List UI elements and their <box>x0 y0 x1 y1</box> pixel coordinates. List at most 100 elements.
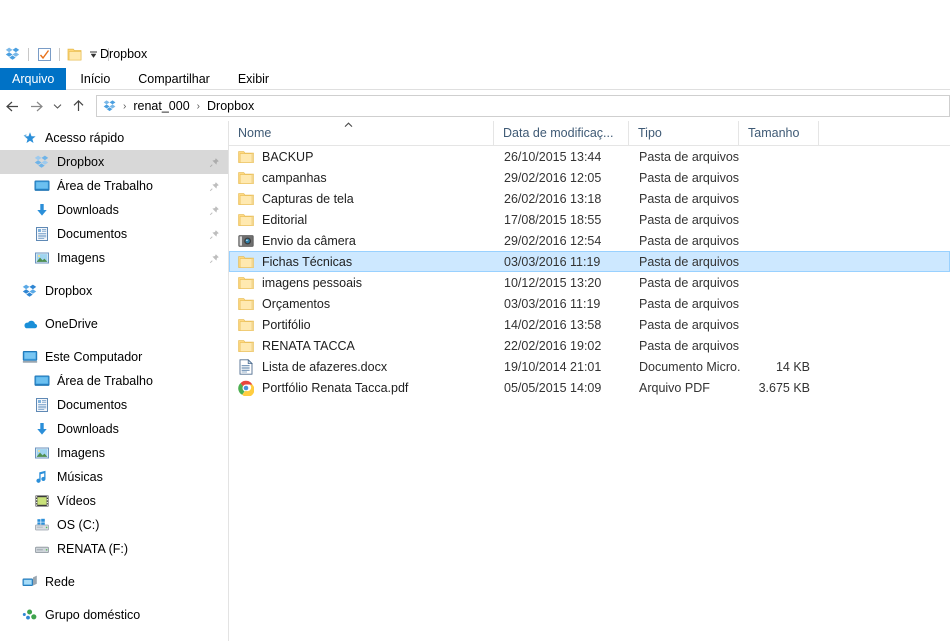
pictures-icon <box>34 250 50 266</box>
file-name-cell[interactable]: campanhas <box>230 170 495 186</box>
camera-folder-icon <box>238 233 254 249</box>
sidebar-item-label: Músicas <box>57 470 103 484</box>
file-date-cell: 19/10/2014 21:01 <box>504 359 602 374</box>
sidebar-item-area-de-trabalho-quick[interactable]: Área de Trabalho <box>0 174 228 198</box>
sidebar-item-downloads-quick[interactable]: Downloads <box>0 198 228 222</box>
arrow-right-icon[interactable] <box>24 94 48 118</box>
table-row[interactable]: imagens pessoais 10/12/2015 13:20 Pasta de… <box>229 272 950 293</box>
sidebar-item-documentos-pc[interactable]: Documentos <box>0 393 228 417</box>
arrow-left-icon[interactable] <box>0 94 24 118</box>
breadcrumb[interactable]: › renat_000 › Dropbox <box>96 95 950 117</box>
sidebar-item-dropbox-root[interactable]: Dropbox <box>0 279 228 303</box>
file-name-label: Fichas Técnicas <box>262 254 353 269</box>
file-name-cell[interactable]: Orçamentos <box>230 296 495 312</box>
file-name-cell[interactable]: imagens pessoais <box>230 275 495 291</box>
navigation-pane[interactable]: Acesso rápido Dropbox Área de Trabalho D… <box>0 121 229 641</box>
table-row[interactable]: RENATA TACCA 22/02/2016 19:02 Pasta de arq… <box>229 335 950 356</box>
pin-icon[interactable] <box>209 253 220 264</box>
sidebar-item-renata-f[interactable]: RENATA (F:) <box>0 537 228 561</box>
table-row[interactable]: Lista de afazeres.docx 19/10/2014 21:01 Do… <box>229 356 950 377</box>
file-name-label: Portifólio <box>262 317 311 332</box>
table-row[interactable]: Envio da câmera 29/02/2016 12:54 Pasta de … <box>229 230 950 251</box>
sidebar-item-label: Dropbox <box>57 155 105 169</box>
column-header-nome[interactable]: Nome <box>229 121 494 145</box>
sidebar-item-onedrive[interactable]: OneDrive <box>0 312 228 336</box>
column-header-label: Nome <box>238 126 272 140</box>
file-name-cell[interactable]: Editorial <box>230 212 495 228</box>
sidebar-item-grupo-domestico[interactable]: Grupo doméstico <box>0 603 228 627</box>
folder-icon <box>238 170 254 186</box>
sidebar-item-os-c[interactable]: OS (C:) <box>0 513 228 537</box>
tab-arquivo[interactable]: Arquivo <box>0 68 67 90</box>
new-folder-icon[interactable] <box>66 45 84 63</box>
file-type-cell: Pasta de arquivos <box>639 212 740 227</box>
sidebar-item-imagens-quick[interactable]: Imagens <box>0 246 228 270</box>
pin-icon[interactable] <box>209 181 220 192</box>
file-date-cell: 26/10/2015 13:44 <box>504 149 602 164</box>
sidebar-item-dropbox-quick[interactable]: Dropbox <box>0 150 228 174</box>
table-row[interactable]: Portfólio Renata Tacca.pdf 05/05/2015 14:… <box>229 377 950 398</box>
breadcrumb-item-dropbox[interactable]: Dropbox <box>204 99 257 113</box>
tab-inicio[interactable]: Início <box>66 68 124 90</box>
sidebar-item-musicas[interactable]: Músicas <box>0 465 228 489</box>
file-type-cell: Pasta de arquivos <box>639 275 740 290</box>
pin-icon[interactable] <box>209 157 220 168</box>
tab-compartilhar[interactable]: Compartilhar <box>124 68 224 90</box>
quick-access-star-icon <box>22 130 38 146</box>
table-row[interactable]: Editorial 17/08/2015 18:55 Pasta de arquiv… <box>229 209 950 230</box>
chevron-down-icon[interactable] <box>48 94 66 118</box>
column-header-label: Data de modificaç... <box>503 126 614 140</box>
file-name-cell[interactable]: RENATA TACCA <box>230 338 495 354</box>
pin-icon[interactable] <box>209 229 220 240</box>
table-row[interactable]: Portifólio 14/02/2016 13:58 Pasta de arqui… <box>229 314 950 335</box>
file-rows[interactable]: BACKUP 26/10/2015 13:44 Pasta de arquivos c… <box>229 146 950 398</box>
sidebar-item-downloads-pc[interactable]: Downloads <box>0 417 228 441</box>
table-row[interactable]: campanhas 29/02/2016 12:05 Pasta de arquiv… <box>229 167 950 188</box>
sidebar-item-documentos-quick[interactable]: Documentos <box>0 222 228 246</box>
sidebar-item-acesso-rapido[interactable]: Acesso rápido <box>0 126 228 150</box>
file-name-label: RENATA TACCA <box>262 338 355 353</box>
file-list-pane[interactable]: Nome Data de modificaç... Tipo Tamanho B… <box>229 121 950 641</box>
file-name-cell[interactable]: Portifólio <box>230 317 495 333</box>
file-name-cell[interactable]: Lista de afazeres.docx <box>230 358 495 375</box>
arrow-up-icon[interactable] <box>66 94 90 118</box>
sidebar-item-rede[interactable]: Rede <box>0 570 228 594</box>
file-name-cell[interactable]: Envio da câmera <box>230 233 495 249</box>
sidebar-item-label: RENATA (F:) <box>57 542 129 556</box>
sidebar-item-label: OS (C:) <box>57 518 100 532</box>
sidebar-item-videos[interactable]: Vídeos <box>0 489 228 513</box>
sidebar-item-label: Grupo doméstico <box>45 608 141 622</box>
file-name-cell[interactable]: Fichas Técnicas <box>230 254 495 270</box>
sidebar-item-area-de-trabalho-pc[interactable]: Área de Trabalho <box>0 369 228 393</box>
file-name-cell[interactable]: Portfólio Renata Tacca.pdf <box>230 380 495 396</box>
sidebar-item-label: Documentos <box>57 227 128 241</box>
folder-icon <box>238 317 254 333</box>
file-name-label: Capturas de tela <box>262 191 354 206</box>
breadcrumb-item-user[interactable]: renat_000 <box>130 99 192 113</box>
column-header-tamanho[interactable]: Tamanho <box>739 121 819 145</box>
table-row[interactable]: BACKUP 26/10/2015 13:44 Pasta de arquivos <box>229 146 950 167</box>
table-row[interactable]: Orçamentos 03/03/2016 11:19 Pasta de arqui… <box>229 293 950 314</box>
sidebar-item-este-computador[interactable]: Este Computador <box>0 345 228 369</box>
file-type-cell: Pasta de arquivos <box>639 338 740 353</box>
sidebar-item-imagens-pc[interactable]: Imagens <box>0 441 228 465</box>
breadcrumb-separator-1: › <box>123 100 127 112</box>
table-row[interactable]: Fichas Técnicas 03/03/2016 11:19 Pasta de … <box>229 251 950 272</box>
table-row[interactable]: Capturas de tela 26/02/2016 13:18 Pasta de… <box>229 188 950 209</box>
file-size-cell: 14 KB <box>775 359 810 374</box>
file-name-cell[interactable]: BACKUP <box>230 149 495 165</box>
tab-exibir[interactable]: Exibir <box>224 68 283 90</box>
dropbox-icon[interactable] <box>4 45 22 63</box>
column-header-data-de-modificacao[interactable]: Data de modificaç... <box>494 121 629 145</box>
pin-icon[interactable] <box>209 205 220 216</box>
file-name-cell[interactable]: Capturas de tela <box>230 191 495 207</box>
sidebar-item-label: Área de Trabalho <box>57 179 153 193</box>
column-header-label: Tamanho <box>748 126 800 140</box>
column-header-tipo[interactable]: Tipo <box>629 121 739 145</box>
documents-icon <box>34 397 50 413</box>
properties-icon[interactable] <box>35 45 53 63</box>
sort-ascending-caret-icon <box>344 122 353 128</box>
